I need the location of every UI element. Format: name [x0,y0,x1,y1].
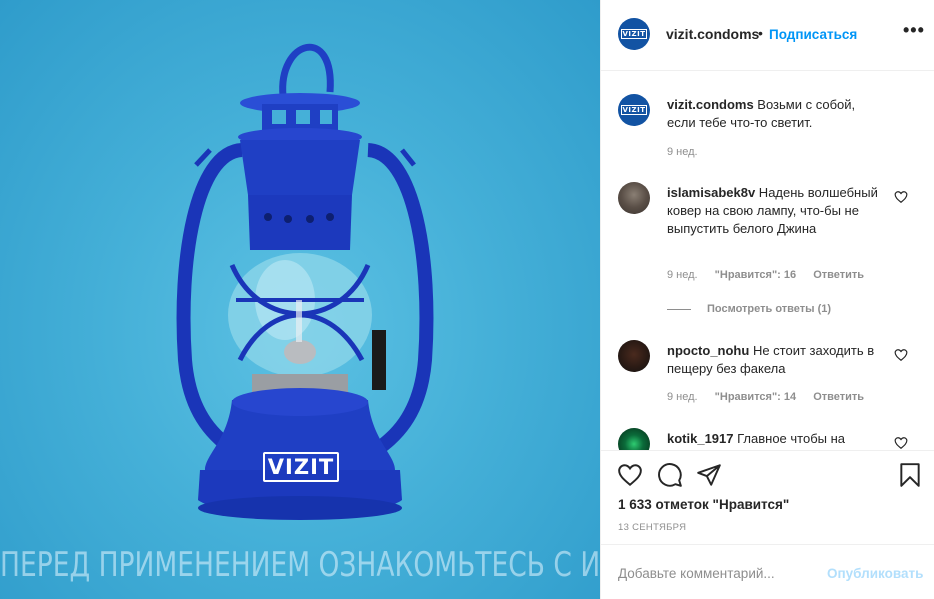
avatar[interactable]: VIZIT [618,18,650,50]
ellipsis-icon[interactable]: ••• [903,20,925,41]
post-actions: 1 633 отметок "Нравится" 13 СЕНТЯБРЯ [601,450,934,543]
avatar[interactable]: VIZIT [618,94,650,126]
avatar-logo-text: VIZIT [620,105,648,115]
avatar[interactable] [618,340,650,372]
comment-username-link[interactable]: kotik_1917 [667,431,734,446]
heart-icon[interactable] [894,190,908,204]
likes-count-button[interactable]: 1 633 отметок "Нравится" [618,497,789,512]
reply-button[interactable]: Ответить [813,391,864,403]
comment-username-link[interactable]: vizit.condoms [667,97,754,112]
comment-time[interactable]: 9 нед. [667,269,698,281]
add-comment-bar: Опубликовать [601,544,934,599]
heart-icon[interactable] [894,436,908,450]
comment-username-link[interactable]: npocto_nohu [667,343,749,358]
lantern-illustration [176,43,434,520]
comment-text: islamisabek8v Надень волшебный ковер на … [667,184,887,238]
comment-icon[interactable] [657,462,683,488]
comment-likes[interactable]: "Нравится": 16 [715,269,796,281]
comments-list[interactable]: VIZIT vizit.condoms Возьми с собой, если… [601,72,934,450]
avatar-logo-text: VIZIT [620,29,648,39]
avatar[interactable] [618,428,650,450]
comment-meta: 9 нед. "Нравится": 16 Ответить [667,269,878,281]
author-username-link[interactable]: vizit.condoms [666,26,759,42]
post-date[interactable]: 13 СЕНТЯБРЯ [618,522,686,533]
separator-dot: • [758,25,763,41]
image-caption-text: ПЕРЕД ПРИМЕНЕНИЕМ ОЗНАКОМЬТЕСЬ С ИНСТРУК… [0,545,600,585]
post-image[interactable]: VIZIT ПЕРЕД ПРИМЕНЕНИЕМ ОЗНАКОМЬТЕСЬ С И… [0,0,600,599]
post-header: VIZIT vizit.condoms • Подписаться ••• [601,0,934,71]
divider [667,308,691,310]
comment-text: npocto_nohu Не стоит заходить в пещеру б… [667,342,887,378]
comment-time[interactable]: 9 нед. [667,146,698,158]
comment-time[interactable]: 9 нед. [667,391,698,403]
comment-meta: 9 нед. "Нравится": 14 Ответить [667,391,878,403]
comment-username-link[interactable]: islamisabek8v [667,185,755,200]
comment-input[interactable] [618,564,818,582]
comment-likes[interactable]: "Нравится": 14 [715,391,796,403]
comment-meta: 9 нед. [667,146,712,158]
heart-icon[interactable] [894,348,908,362]
follow-button[interactable]: Подписаться [769,27,857,42]
post-side-panel: VIZIT vizit.condoms • Подписаться ••• VI… [600,0,934,599]
lantern-brand-logo: VIZIT [263,452,339,482]
bookmark-icon[interactable] [897,462,923,488]
view-replies-label: Посмотреть ответы (1) [707,303,832,315]
comment-text: vizit.condoms Возьми с собой, если тебе … [667,96,887,132]
share-icon[interactable] [696,462,722,488]
heart-icon[interactable] [617,462,643,488]
comment-body: Главное чтобы на [733,431,846,446]
publish-button[interactable]: Опубликовать [827,566,923,581]
avatar[interactable] [618,182,650,214]
view-replies-button[interactable]: Посмотреть ответы (1) [667,303,831,315]
comment-text: kotik_1917 Главное чтобы на [667,430,887,448]
reply-button[interactable]: Ответить [813,269,864,281]
